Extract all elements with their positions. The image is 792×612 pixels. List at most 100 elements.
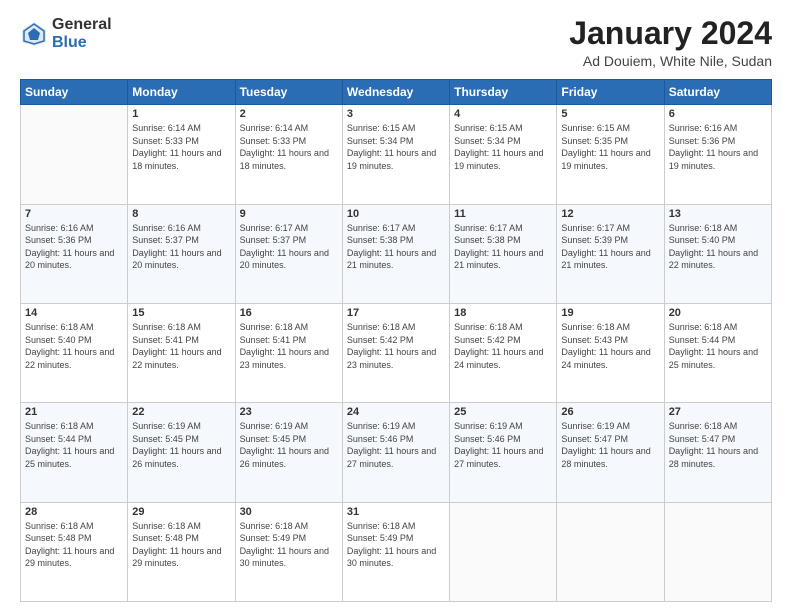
calendar-cell: 20Sunrise: 6:18 AM Sunset: 5:44 PM Dayli… [664, 303, 771, 402]
day-number: 13 [669, 208, 767, 220]
title-block: January 2024 Ad Douiem, White Nile, Suda… [569, 16, 772, 69]
calendar-cell: 7 Sunrise: 6:16 AM Sunset: 5:36 PM Daylig… [21, 204, 128, 303]
day-info: Sunrise: 6:19 AM Sunset: 5:46 PM Dayligh… [454, 420, 552, 470]
day-info: Sunrise: 6:15 AM Sunset: 5:34 PM Dayligh… [347, 122, 445, 172]
calendar-cell: 12 Sunrise: 6:17 AM Sunset: 5:39 PM Dayli… [557, 204, 664, 303]
calendar-cell: 2 Sunrise: 6:14 AM Sunset: 5:33 PM Daylig… [235, 105, 342, 204]
calendar-cell: 6Sunrise: 6:16 AM Sunset: 5:36 PM Daylig… [664, 105, 771, 204]
calendar-cell: 21Sunrise: 6:18 AM Sunset: 5:44 PM Dayli… [21, 403, 128, 502]
calendar-week-row: 28 Sunrise: 6:18 AM Sunset: 5:48 PM Dayli… [21, 502, 772, 601]
calendar-day-header: Tuesday [235, 80, 342, 105]
day-number: 7 [25, 208, 123, 220]
calendar-cell: 3 Sunrise: 6:15 AM Sunset: 5:34 PM Daylig… [342, 105, 449, 204]
day-number: 10 [347, 208, 445, 220]
day-info: Sunrise: 6:16 AM Sunset: 5:36 PM Dayligh… [669, 122, 767, 172]
day-info: Sunrise: 6:18 AM Sunset: 5:42 PM Dayligh… [347, 321, 445, 371]
calendar-table: SundayMondayTuesdayWednesdayThursdayFrid… [20, 79, 772, 602]
calendar-day-header: Saturday [664, 80, 771, 105]
day-number: 26 [561, 406, 659, 418]
calendar-cell: 16Sunrise: 6:18 AM Sunset: 5:41 PM Dayli… [235, 303, 342, 402]
calendar-cell [664, 502, 771, 601]
day-info: Sunrise: 6:18 AM Sunset: 5:44 PM Dayligh… [669, 321, 767, 371]
day-number: 9 [240, 208, 338, 220]
day-info: Sunrise: 6:18 AM Sunset: 5:43 PM Dayligh… [561, 321, 659, 371]
calendar-day-header: Monday [128, 80, 235, 105]
day-number: 5 [561, 108, 659, 120]
day-info: Sunrise: 6:18 AM Sunset: 5:48 PM Dayligh… [25, 520, 123, 570]
calendar-cell [21, 105, 128, 204]
day-number: 29 [132, 506, 230, 518]
calendar-cell: 30Sunrise: 6:18 AM Sunset: 5:49 PM Dayli… [235, 502, 342, 601]
calendar-cell: 24Sunrise: 6:19 AM Sunset: 5:46 PM Dayli… [342, 403, 449, 502]
day-info: Sunrise: 6:18 AM Sunset: 5:41 PM Dayligh… [132, 321, 230, 371]
main-title: January 2024 [569, 16, 772, 51]
day-number: 15 [132, 307, 230, 319]
day-info: Sunrise: 6:14 AM Sunset: 5:33 PM Dayligh… [240, 122, 338, 172]
day-number: 17 [347, 307, 445, 319]
calendar-cell: 8Sunrise: 6:16 AM Sunset: 5:37 PM Daylig… [128, 204, 235, 303]
calendar-cell: 14 Sunrise: 6:18 AM Sunset: 5:40 PM Dayli… [21, 303, 128, 402]
day-number: 19 [561, 307, 659, 319]
day-number: 1 [132, 108, 230, 120]
day-number: 30 [240, 506, 338, 518]
day-info: Sunrise: 6:17 AM Sunset: 5:39 PM Dayligh… [561, 222, 659, 272]
calendar-week-row: 14 Sunrise: 6:18 AM Sunset: 5:40 PM Dayli… [21, 303, 772, 402]
day-info: Sunrise: 6:18 AM Sunset: 5:42 PM Dayligh… [454, 321, 552, 371]
day-info: Sunrise: 6:17 AM Sunset: 5:37 PM Dayligh… [240, 222, 338, 272]
day-number: 27 [669, 406, 767, 418]
day-info: Sunrise: 6:18 AM Sunset: 5:40 PM Dayligh… [25, 321, 123, 371]
day-number: 12 [561, 208, 659, 220]
day-number: 2 [240, 108, 338, 120]
day-info: Sunrise: 6:19 AM Sunset: 5:47 PM Dayligh… [561, 420, 659, 470]
calendar-cell: 28 Sunrise: 6:18 AM Sunset: 5:48 PM Dayli… [21, 502, 128, 601]
day-info: Sunrise: 6:18 AM Sunset: 5:40 PM Dayligh… [669, 222, 767, 272]
calendar-week-row: 7 Sunrise: 6:16 AM Sunset: 5:36 PM Daylig… [21, 204, 772, 303]
day-number: 14 [25, 307, 123, 319]
calendar-cell: 19 Sunrise: 6:18 AM Sunset: 5:43 PM Dayli… [557, 303, 664, 402]
calendar-cell: 22 Sunrise: 6:19 AM Sunset: 5:45 PM Dayli… [128, 403, 235, 502]
logo-general: General [52, 16, 112, 34]
calendar-cell: 10 Sunrise: 6:17 AM Sunset: 5:38 PM Dayli… [342, 204, 449, 303]
calendar-cell: 25Sunrise: 6:19 AM Sunset: 5:46 PM Dayli… [450, 403, 557, 502]
logo-icon [20, 20, 48, 48]
calendar-cell: 5 Sunrise: 6:15 AM Sunset: 5:35 PM Daylig… [557, 105, 664, 204]
day-info: Sunrise: 6:19 AM Sunset: 5:45 PM Dayligh… [132, 420, 230, 470]
calendar-cell: 31Sunrise: 6:18 AM Sunset: 5:49 PM Dayli… [342, 502, 449, 601]
day-number: 22 [132, 406, 230, 418]
day-info: Sunrise: 6:18 AM Sunset: 5:49 PM Dayligh… [347, 520, 445, 570]
logo-text: General Blue [52, 16, 112, 51]
calendar-cell: 29 Sunrise: 6:18 AM Sunset: 5:48 PM Dayli… [128, 502, 235, 601]
calendar-cell: 17 Sunrise: 6:18 AM Sunset: 5:42 PM Dayli… [342, 303, 449, 402]
day-info: Sunrise: 6:19 AM Sunset: 5:46 PM Dayligh… [347, 420, 445, 470]
calendar-week-row: 1 Sunrise: 6:14 AM Sunset: 5:33 PM Daylig… [21, 105, 772, 204]
header: General Blue January 2024 Ad Douiem, Whi… [20, 16, 772, 69]
calendar-cell: 26 Sunrise: 6:19 AM Sunset: 5:47 PM Dayli… [557, 403, 664, 502]
calendar-cell: 11Sunrise: 6:17 AM Sunset: 5:38 PM Dayli… [450, 204, 557, 303]
day-number: 4 [454, 108, 552, 120]
calendar-day-header: Wednesday [342, 80, 449, 105]
day-number: 3 [347, 108, 445, 120]
day-info: Sunrise: 6:14 AM Sunset: 5:33 PM Dayligh… [132, 122, 230, 172]
day-info: Sunrise: 6:19 AM Sunset: 5:45 PM Dayligh… [240, 420, 338, 470]
day-number: 11 [454, 208, 552, 220]
day-info: Sunrise: 6:18 AM Sunset: 5:48 PM Dayligh… [132, 520, 230, 570]
day-info: Sunrise: 6:17 AM Sunset: 5:38 PM Dayligh… [347, 222, 445, 272]
calendar-day-header: Thursday [450, 80, 557, 105]
day-info: Sunrise: 6:16 AM Sunset: 5:36 PM Dayligh… [25, 222, 123, 272]
calendar-cell: 23Sunrise: 6:19 AM Sunset: 5:45 PM Dayli… [235, 403, 342, 502]
day-number: 28 [25, 506, 123, 518]
subtitle: Ad Douiem, White Nile, Sudan [569, 53, 772, 69]
calendar-cell [450, 502, 557, 601]
calendar-cell: 15 Sunrise: 6:18 AM Sunset: 5:41 PM Dayli… [128, 303, 235, 402]
day-info: Sunrise: 6:15 AM Sunset: 5:34 PM Dayligh… [454, 122, 552, 172]
calendar-cell [557, 502, 664, 601]
day-info: Sunrise: 6:16 AM Sunset: 5:37 PM Dayligh… [132, 222, 230, 272]
day-number: 16 [240, 307, 338, 319]
calendar-week-row: 21Sunrise: 6:18 AM Sunset: 5:44 PM Dayli… [21, 403, 772, 502]
day-info: Sunrise: 6:15 AM Sunset: 5:35 PM Dayligh… [561, 122, 659, 172]
page: General Blue January 2024 Ad Douiem, Whi… [0, 0, 792, 612]
logo: General Blue [20, 16, 112, 51]
logo-blue: Blue [52, 34, 112, 52]
day-number: 18 [454, 307, 552, 319]
day-info: Sunrise: 6:18 AM Sunset: 5:44 PM Dayligh… [25, 420, 123, 470]
